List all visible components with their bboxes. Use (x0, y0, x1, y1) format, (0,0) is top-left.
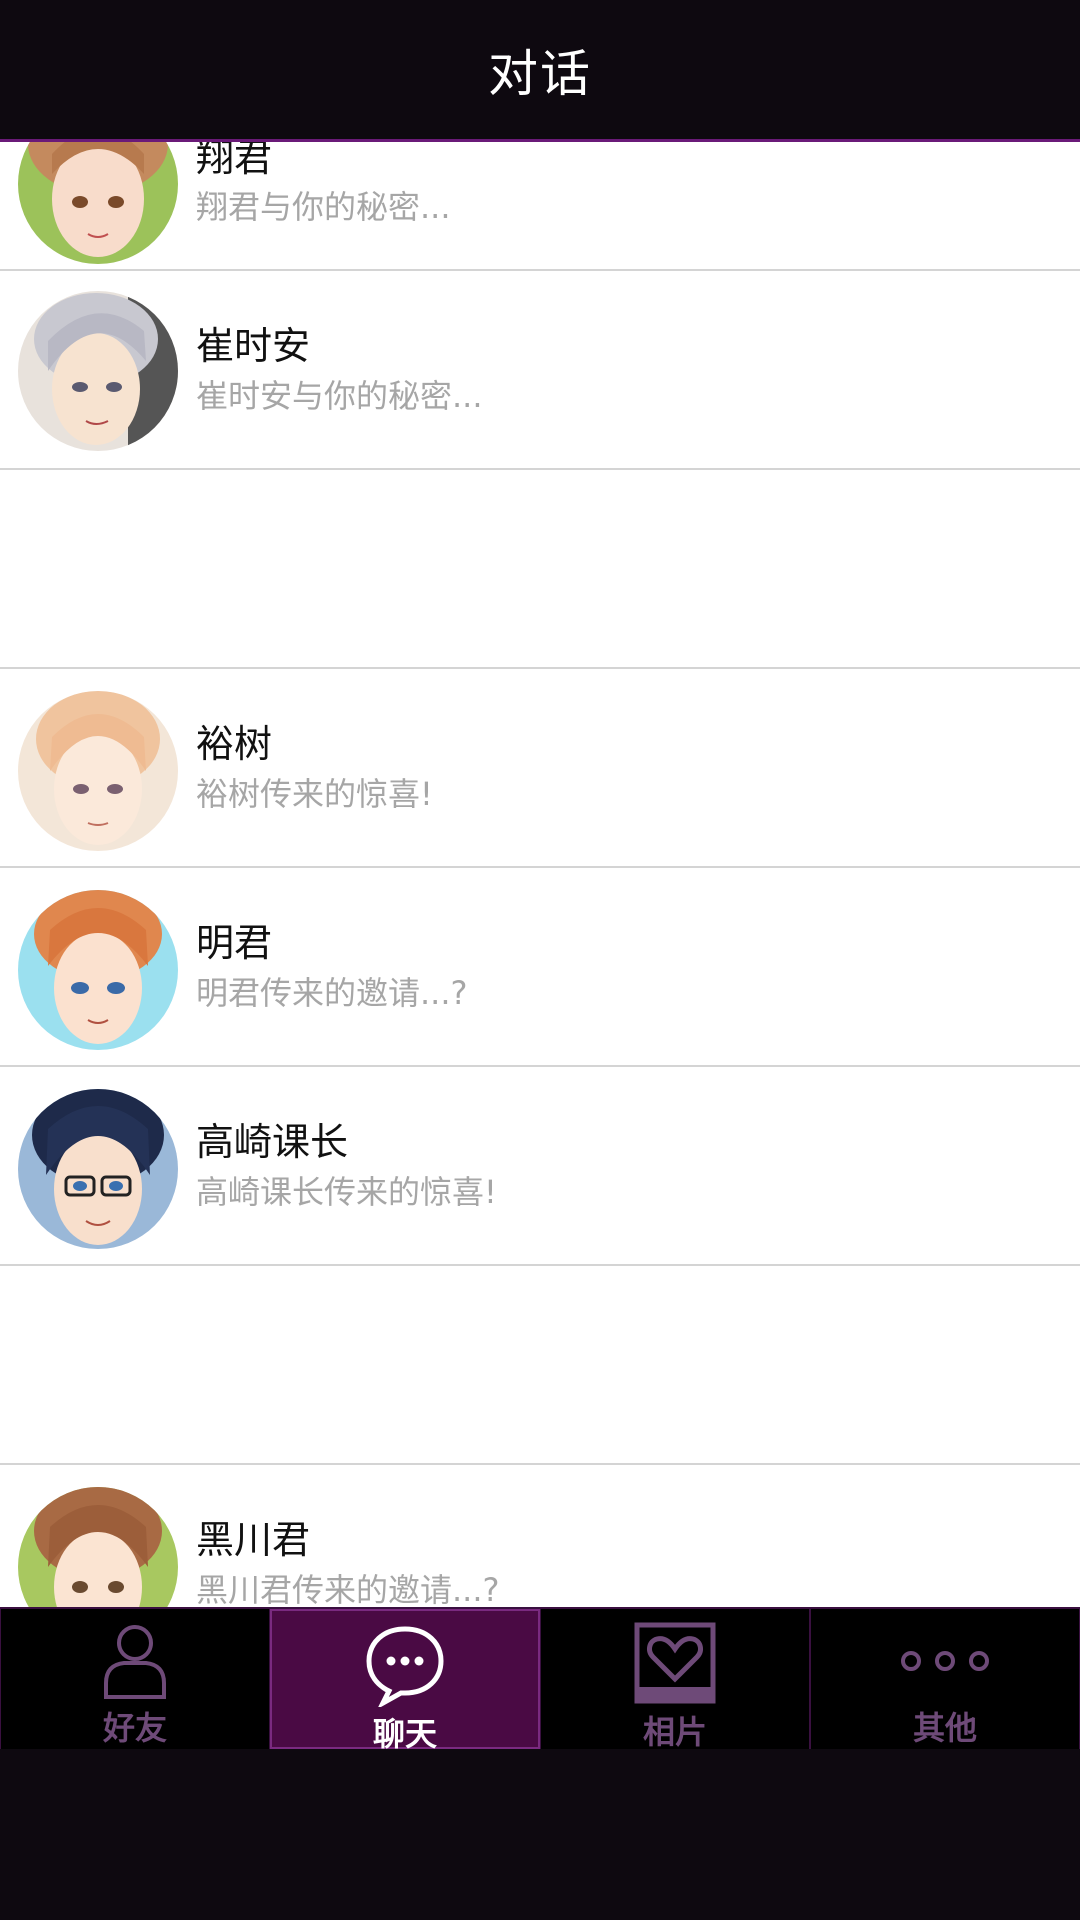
tab-label: 其他 (912, 1709, 977, 1747)
conversation-list[interactable]: 翔君 翔君与你的秘密... 崔时安 崔时安与你的秘密... 裕树 裕树传来的惊喜… (0, 142, 1080, 1607)
tab-label: 相片 (642, 1713, 707, 1751)
tab-chat[interactable]: 聊天 (270, 1609, 540, 1753)
avatar (18, 1487, 178, 1607)
message-preview: 崔时安与你的秘密... (196, 377, 483, 415)
message-preview: 翔君与你的秘密... (196, 188, 451, 226)
conversation-row[interactable]: 明君 明君传来的邀请...? (0, 868, 1080, 1067)
conversation-row-empty (0, 1266, 1080, 1465)
conversation-row[interactable]: 高崎课长 高崎课长传来的惊喜! (0, 1067, 1080, 1266)
contact-name: 明君 (196, 921, 273, 965)
avatar (18, 691, 178, 851)
tab-other[interactable]: 其他 (810, 1609, 1080, 1749)
message-preview: 裕树传来的惊喜! (196, 775, 433, 813)
conversation-row-empty (0, 470, 1080, 669)
contact-name: 高崎课长 (196, 1120, 349, 1164)
photo-heart-icon (633, 1621, 717, 1705)
message-preview: 明君传来的邀请...? (196, 974, 468, 1012)
chat-bubble-icon (363, 1623, 447, 1707)
conversation-row[interactable]: 崔时安 崔时安与你的秘密... (0, 271, 1080, 470)
conversation-row[interactable]: 黑川君 黑川君传来的邀请...? (0, 1465, 1080, 1607)
contact-name: 崔时安 (196, 324, 311, 368)
message-preview: 高崎课长传来的惊喜! (196, 1173, 497, 1211)
conversation-row[interactable]: 翔君 翔君与你的秘密... (0, 142, 1080, 271)
message-preview: 黑川君传来的邀请...? (196, 1571, 500, 1607)
avatar (18, 142, 178, 264)
tab-friends[interactable]: 好友 (0, 1609, 270, 1749)
avatar (18, 1089, 178, 1249)
bottom-background (0, 1749, 1080, 1920)
header-bar: 对话 (0, 0, 1080, 142)
contact-name: 翔君 (196, 142, 273, 180)
contact-name: 黑川君 (196, 1518, 311, 1562)
friend-icon (100, 1621, 170, 1701)
conversation-row[interactable]: 裕树 裕树传来的惊喜! (0, 669, 1080, 868)
tab-bar: 好友 聊天 相片 其他 (0, 1607, 1080, 1753)
tab-label: 好友 (102, 1709, 167, 1747)
contact-name: 裕树 (196, 722, 273, 766)
page-title: 对话 (488, 44, 592, 103)
avatar (18, 291, 178, 451)
more-dots-icon (897, 1621, 993, 1701)
tab-photos[interactable]: 相片 (540, 1609, 810, 1751)
avatar (18, 890, 178, 1050)
